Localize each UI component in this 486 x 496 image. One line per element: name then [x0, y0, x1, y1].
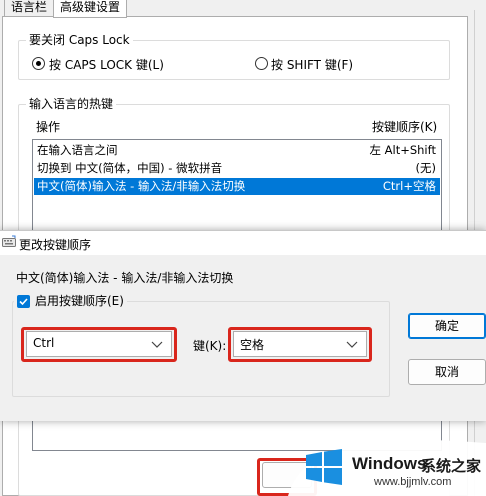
watermark-brand: Windows: [352, 454, 427, 473]
hotkey-action: 切换到 中文(简体，中国) - 微软拼音: [37, 161, 223, 175]
highlight-box: [21, 327, 177, 362]
watermark: Windows 系统之家 www.bjjmlv.com: [282, 437, 486, 496]
dialog-subject: 中文(简体)输入法 - 输入法/非输入法切换: [16, 271, 234, 285]
ok-button[interactable]: 确定: [408, 313, 486, 339]
key-label: 键(K):: [193, 339, 227, 353]
list-item[interactable]: 在输入语言之间 左 Alt+Shift: [34, 142, 440, 159]
shift-radio-label[interactable]: 按 SHIFT 键(F): [271, 56, 353, 73]
enable-label[interactable]: 启用按键顺序(E): [35, 294, 124, 308]
caps-lock-radio-label[interactable]: 按 CAPS LOCK 键(L): [49, 56, 164, 73]
shift-radio[interactable]: [255, 57, 268, 70]
change-key-sequence-dialog: 更改按键顺序 中文(简体)输入法 - 输入法/非输入法切换 启用按键顺序(E) …: [0, 230, 486, 421]
tab-language-bar[interactable]: 语言栏: [4, 0, 55, 17]
caps-lock-radio[interactable]: [32, 57, 45, 70]
list-item[interactable]: 切换到 中文(简体，中国) - 微软拼音 (无): [34, 160, 440, 177]
hotkey-keys: (无): [415, 161, 436, 175]
watermark-url: www.bjjmlv.com: [374, 476, 452, 488]
hotkey-keys: 左 Alt+Shift: [369, 143, 436, 157]
hotkey-action: 在输入语言之间: [37, 143, 118, 157]
column-header-sequence: 按键顺序(K): [372, 120, 438, 134]
enable-checkbox-row[interactable]: 启用按键顺序(E): [14, 294, 127, 309]
list-item-selected[interactable]: 中文(简体)输入法 - 输入法/非输入法切换 Ctrl+空格: [34, 178, 440, 195]
cancel-button[interactable]: 取消: [408, 359, 486, 385]
keyboard-icon: [2, 235, 16, 249]
hotkey-action: 中文(简体)输入法 - 输入法/非输入法切换: [37, 179, 246, 193]
dialog-titlebar: 更改按键顺序: [0, 231, 486, 255]
tab-advanced-key-settings[interactable]: 高级键设置: [53, 0, 128, 18]
caps-lock-group-title: 要关闭 Caps Lock: [26, 33, 133, 47]
checkbox-checked-icon[interactable]: [17, 295, 30, 308]
column-header-action: 操作: [36, 120, 61, 134]
windows-logo-icon: [304, 447, 344, 487]
hotkey-keys: Ctrl+空格: [382, 179, 436, 193]
highlight-box: [228, 327, 372, 362]
watermark-site-name: 系统之家: [421, 457, 482, 475]
dialog-title: 更改按键顺序: [19, 238, 92, 252]
hotkey-group-title: 输入语言的热键: [26, 97, 117, 111]
